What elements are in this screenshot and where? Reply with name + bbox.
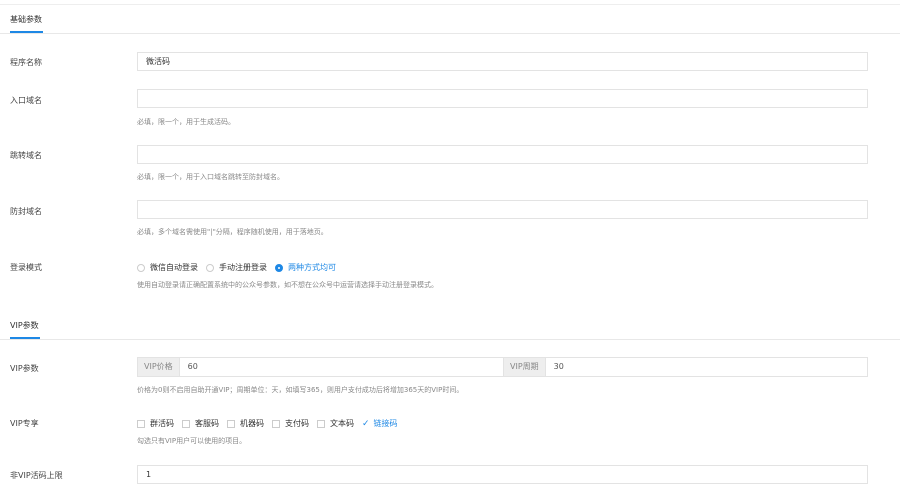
vip-price-input[interactable]: 60 [180,358,503,376]
entry-domain-help: 必填，限一个，用于生成活码。 [137,118,235,126]
checkbox-label: 群活码 [150,419,174,428]
vip-period-input[interactable]: 30 [546,358,867,376]
login-mode-help: 使用自动登录请正确配置系统中的公众号参数，如不想在公众号中运营请选择手动注册登录… [137,281,438,289]
vip-exclusive-help: 勾选只有VIP用户可以使用的项目。 [137,437,247,445]
radio-label: 微信自动登录 [150,263,198,272]
block-domain-input[interactable] [137,200,868,219]
radio-label: 手动注册登录 [219,263,267,272]
vip-exclusive-checkbox-group: 群活码 客服码 机器码 支付码 文本码 ✓ 链接码 [137,418,406,429]
checkbox-group-code[interactable]: 群活码 [137,418,174,429]
radio-circle [137,263,145,272]
non-vip-limit-label: 非VIP活码上限 [10,471,63,480]
radio-label: 两种方式均可 [288,263,336,272]
vip-params-label: VIP参数 [10,364,39,373]
section-divider [0,339,900,340]
tab-basic-label: 基础参数 [10,15,42,24]
checkbox-label: 链接码 [373,419,398,428]
checkbox-label: 客服码 [195,419,219,428]
program-name-input[interactable]: 微活码 [137,52,868,71]
radio-circle [206,263,214,272]
block-domain-label: 防封域名 [10,207,42,216]
checkbox-box [227,419,235,428]
checkbox-box [272,419,280,428]
block-domain-help: 必填，多个域名需使用"|"分隔，程序随机使用，用于落地页。 [137,228,328,236]
tab-vip-label: VIP参数 [10,321,39,330]
top-divider [0,4,900,5]
checkbox-label: 支付码 [285,419,309,428]
jump-domain-input[interactable] [137,145,868,164]
tab-vip-params[interactable]: VIP参数 [10,320,40,339]
login-mode-radio-group: 微信自动登录 手动注册登录 两种方式均可 [137,262,344,273]
section-divider [0,33,900,34]
tab-basic-params[interactable]: 基础参数 [10,14,43,33]
checkbox-link-code[interactable]: ✓ 链接码 [362,418,398,429]
radio-circle-checked [275,263,283,272]
checkbox-bot-code[interactable]: 机器码 [227,418,264,429]
check-mark-icon: ✓ [362,418,370,429]
vip-price-group: VIP价格 60 [137,357,504,377]
checkbox-text-code[interactable]: 文本码 [317,418,354,429]
checkbox-box [137,419,145,428]
entry-domain-label: 入口域名 [10,96,42,105]
entry-domain-input[interactable] [137,89,868,108]
vip-period-group: VIP周期 30 [503,357,868,377]
radio-both[interactable]: 两种方式均可 [275,262,336,273]
jump-domain-help: 必填，限一个，用于入口域名跳转至防封域名。 [137,173,284,181]
checkbox-box [182,419,190,428]
non-vip-limit-input[interactable]: 1 [137,465,868,484]
vip-params-help: 价格为0则不启用自助开通VIP；周期单位：天，如填写365，则用户支付成功后将增… [137,386,464,394]
checkbox-service-code[interactable]: 客服码 [182,418,219,429]
checkbox-box [317,419,325,428]
checkbox-label: 机器码 [240,419,264,428]
login-mode-label: 登录模式 [10,263,42,272]
jump-domain-label: 跳转域名 [10,151,42,160]
radio-wechat-auto[interactable]: 微信自动登录 [137,262,198,273]
checkbox-label: 文本码 [330,419,354,428]
vip-period-addon: VIP周期 [504,358,546,376]
program-name-label: 程序名称 [10,58,42,67]
checkbox-pay-code[interactable]: 支付码 [272,418,309,429]
radio-manual-register[interactable]: 手动注册登录 [206,262,267,273]
vip-exclusive-label: VIP专享 [10,419,39,428]
vip-price-addon: VIP价格 [138,358,180,376]
